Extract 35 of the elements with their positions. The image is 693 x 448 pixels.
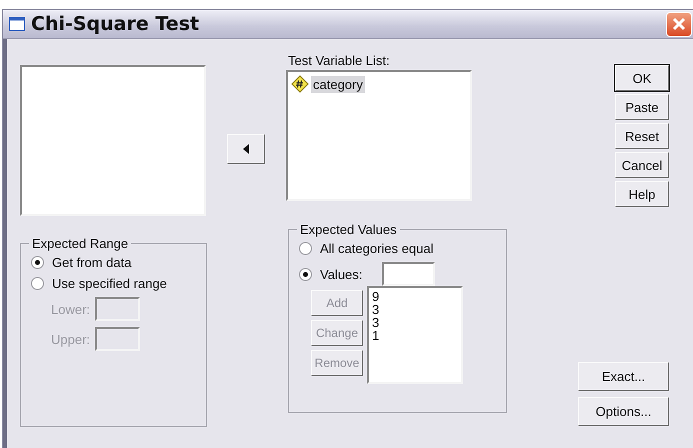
left-arrow-icon <box>243 144 249 154</box>
radio-label: All categories equal <box>320 241 434 256</box>
radio-label: Values: <box>320 266 362 282</box>
radio-label: Use specified range <box>52 276 167 291</box>
close-button[interactable] <box>666 12 692 36</box>
radio-button[interactable] <box>299 242 312 255</box>
radio-label: Get from data <box>52 255 132 270</box>
list-item[interactable]: category <box>311 76 365 92</box>
value-item[interactable]: 3 <box>372 316 458 329</box>
close-icon <box>671 16 687 32</box>
list-label: Test Variable List: <box>288 53 391 68</box>
window-title: Chi-Square Test <box>31 13 200 35</box>
input-field[interactable] <box>95 327 140 351</box>
window-icon <box>9 17 25 31</box>
value-item[interactable]: 9 <box>372 290 458 303</box>
numeric-variable-icon <box>291 75 309 93</box>
source-variable-list[interactable] <box>20 65 206 216</box>
radio-button[interactable] <box>299 268 312 280</box>
value-item[interactable]: 1 <box>372 329 458 342</box>
radio-button[interactable] <box>31 256 44 269</box>
input-field[interactable] <box>95 297 140 321</box>
dialog-button[interactable]: Options... <box>578 397 669 426</box>
dialog-button[interactable]: Exact... <box>578 362 669 391</box>
move-button[interactable] <box>227 134 265 164</box>
dialog-button[interactable]: Help <box>615 181 669 207</box>
value-item[interactable]: 3 <box>372 303 458 316</box>
dialog-button[interactable]: Cancel <box>615 152 669 178</box>
dialog-button[interactable]: Reset <box>615 123 669 149</box>
group-title: Expected Range <box>31 236 130 251</box>
radio-button[interactable] <box>31 277 44 290</box>
dialog-button[interactable]: Paste <box>615 94 669 120</box>
dialog-button[interactable]: OK <box>615 65 669 91</box>
test-variable-list[interactable]: category <box>286 70 472 201</box>
input-field[interactable] <box>382 262 436 286</box>
group-title: Expected Values <box>299 222 398 237</box>
